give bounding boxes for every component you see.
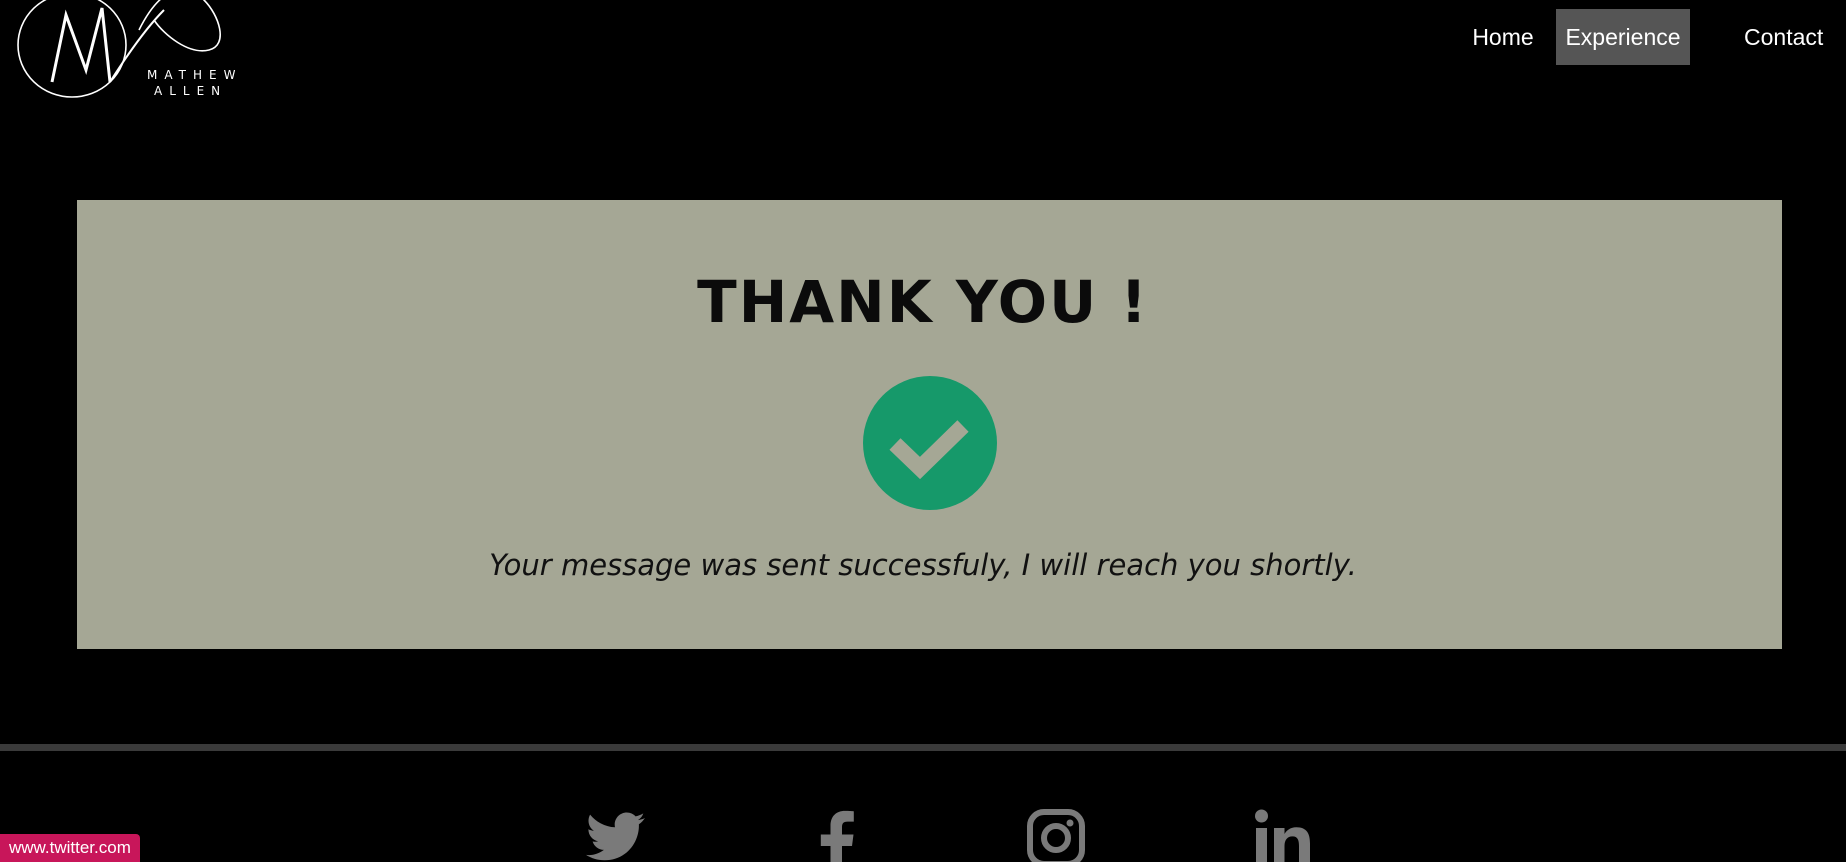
thank-you-title: THANK YOU ! (697, 268, 1149, 336)
logo-text-first-name: MATHEW (147, 68, 243, 82)
status-bar-url: www.twitter.com (0, 834, 140, 862)
nav-contact-link[interactable]: Contact (1738, 9, 1846, 65)
linkedin-icon (1255, 809, 1310, 862)
twitter-link[interactable] (583, 806, 653, 862)
success-message: Your message was sent successfuly, I wil… (489, 548, 1357, 582)
instagram-icon (1027, 809, 1085, 862)
nav-home-link[interactable]: Home (1458, 9, 1548, 65)
footer-divider (0, 744, 1846, 751)
instagram-link[interactable] (1022, 806, 1092, 862)
twitter-icon (586, 812, 645, 861)
site-logo[interactable]: MATHEW ALLEN (14, 0, 254, 115)
logo-text-last-name: ALLEN (154, 84, 228, 98)
check-circle-icon (863, 376, 997, 510)
nav-experience-link[interactable]: Experience (1556, 9, 1690, 65)
facebook-icon (820, 810, 854, 862)
linkedin-link[interactable] (1250, 806, 1320, 862)
facebook-link[interactable] (802, 806, 872, 862)
page: MATHEW ALLEN Home Experience Contact THA… (0, 0, 1846, 862)
